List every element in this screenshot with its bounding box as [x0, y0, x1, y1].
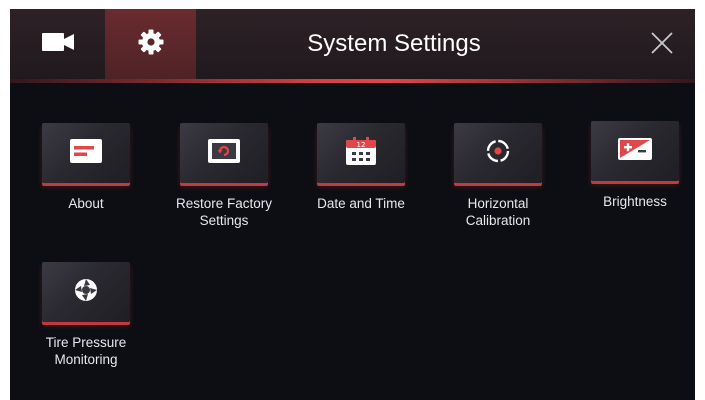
tab-settings[interactable] — [105, 9, 196, 79]
menu-item-label: Brightness — [603, 194, 667, 209]
menu-item-tire-pressure-monitoring[interactable]: Tire Pressure Monitoring — [34, 262, 138, 368]
restore-factory-icon — [208, 138, 240, 168]
close-icon — [649, 30, 675, 61]
menu-item-label: Date and Time — [317, 196, 405, 211]
menu-item-date-and-time[interactable]: 12 Date and Time — [309, 123, 413, 212]
menu-item-label: About — [68, 196, 104, 211]
settings-screen: System Settings About Restore Factory Se… — [10, 9, 695, 400]
menu-item-about[interactable]: About — [34, 123, 138, 212]
gear-icon — [138, 29, 164, 60]
menu-item-brightness[interactable]: Brightness — [583, 121, 687, 210]
video-camera-icon — [41, 31, 75, 58]
menu-item-restore-factory-settings[interactable]: Restore Factory Settings — [172, 123, 276, 229]
svg-text:12: 12 — [357, 141, 366, 149]
calibration-target-icon — [483, 136, 513, 171]
menu-item-label: Tire Pressure Monitoring — [45, 335, 127, 367]
close-button[interactable] — [640, 23, 684, 67]
menu-item-horizontal-calibration[interactable]: Horizontal Calibration — [446, 123, 550, 229]
brightness-icon — [618, 137, 652, 165]
menu-item-label: Horizontal Calibration — [465, 196, 531, 228]
about-card-icon — [70, 138, 102, 168]
tab-camera[interactable] — [10, 9, 105, 79]
header-accent-line — [10, 79, 695, 83]
menu-item-label: Restore Factory Settings — [175, 196, 273, 228]
tire-pressure-icon — [71, 275, 101, 310]
header-bar: System Settings — [10, 9, 695, 79]
calendar-icon: 12 — [346, 136, 376, 170]
page-title: System Settings — [307, 30, 481, 57]
